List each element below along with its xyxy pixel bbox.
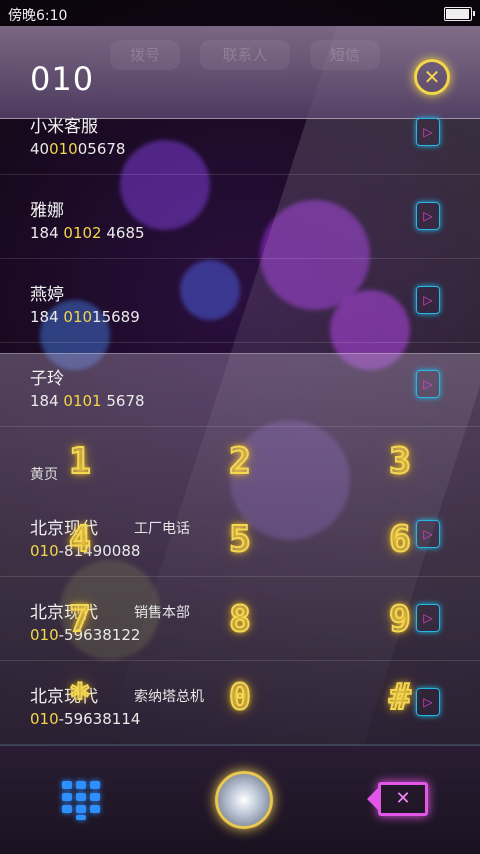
key-3[interactable]: 3: [365, 440, 435, 484]
keypad-grid-icon[interactable]: [62, 781, 102, 821]
battery-icon: [444, 7, 475, 21]
key-5[interactable]: 5: [205, 518, 275, 562]
contact-number: 184 0101 5678: [30, 392, 145, 410]
status-time: 傍晚6:10: [8, 8, 68, 24]
key-6[interactable]: 6: [365, 518, 435, 562]
contact-tag: 销售本部: [134, 605, 190, 621]
tab-messages[interactable]: 短信: [310, 40, 380, 70]
bottom-bar: ✕: [0, 745, 480, 854]
contact-number: 184 0102 4685: [30, 224, 145, 242]
key-1[interactable]: 1: [45, 440, 115, 484]
contact-row[interactable]: 小米客服 4001005678 ▷: [0, 90, 480, 175]
key-4[interactable]: 4: [45, 518, 115, 562]
contact-number: 184 01015689: [30, 308, 140, 326]
detail-arrow-icon[interactable]: ▷: [416, 202, 440, 230]
contact-row[interactable]: 燕婷 184 01015689 ▷: [0, 258, 480, 343]
detail-arrow-icon[interactable]: ▷: [416, 286, 440, 314]
tab-contacts[interactable]: 联系人: [200, 40, 290, 70]
detail-arrow-icon[interactable]: ▷: [416, 370, 440, 398]
contact-name: 小米客服: [30, 117, 98, 137]
contact-name: 雅娜: [30, 201, 64, 221]
key-8[interactable]: 8: [205, 598, 275, 642]
key-2[interactable]: 2: [205, 440, 275, 484]
backspace-icon[interactable]: ✕: [367, 782, 428, 816]
key-9[interactable]: 9: [365, 598, 435, 642]
contact-number: 4001005678: [30, 140, 126, 158]
tab-dial[interactable]: 拨号: [110, 40, 180, 70]
key-hash[interactable]: #: [365, 676, 435, 720]
contact-row[interactable]: 雅娜 184 0102 4685 ▷: [0, 174, 480, 259]
key-7[interactable]: 7: [45, 598, 115, 642]
contact-tag: 索纳塔总机: [134, 689, 204, 705]
contact-name: 燕婷: [30, 285, 64, 305]
key-star[interactable]: *: [45, 676, 115, 720]
contact-tag: 工厂电话: [134, 521, 190, 537]
contact-name: 子玲: [30, 369, 64, 389]
key-0[interactable]: 0: [205, 676, 275, 720]
status-bar: 傍晚6:10: [0, 0, 480, 26]
detail-arrow-icon[interactable]: ▷: [416, 118, 440, 146]
contact-row[interactable]: 子玲 184 0101 5678 ▷: [0, 342, 480, 427]
diamond-call-icon[interactable]: [215, 771, 273, 829]
